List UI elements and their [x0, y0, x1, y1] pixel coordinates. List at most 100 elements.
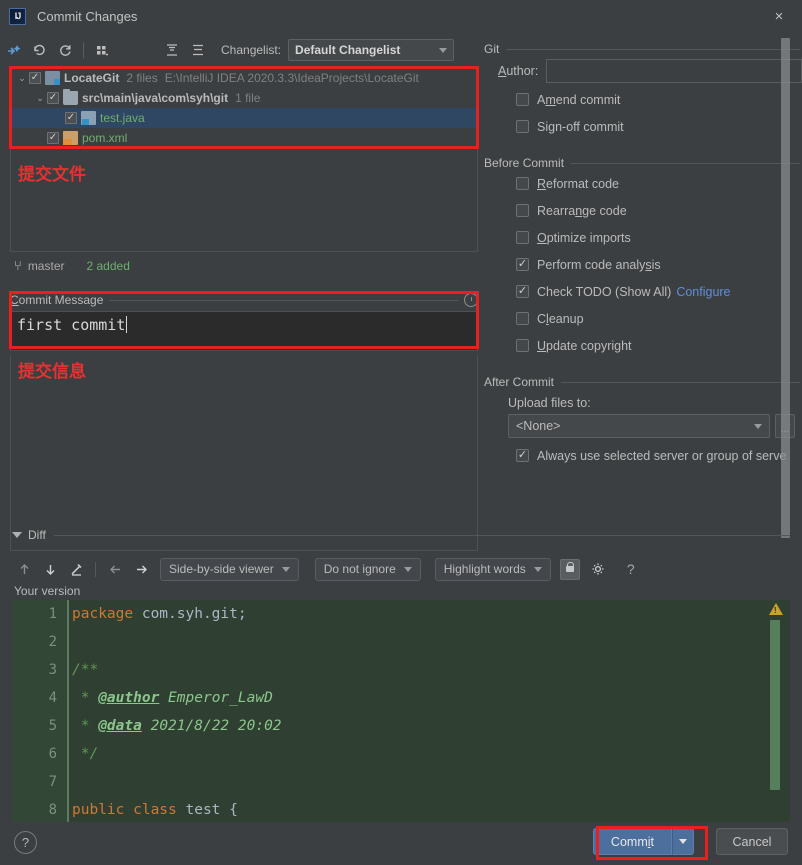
commit-message-header: Commit Message	[10, 292, 478, 308]
update-copyright-row[interactable]: Update copyright	[484, 332, 802, 359]
reformat-code-checkbox[interactable]	[516, 177, 529, 190]
commit-message-label: Commit Message	[10, 293, 104, 307]
settings-gear-icon[interactable]	[587, 557, 611, 581]
revert-icon[interactable]	[26, 38, 52, 62]
code-token: @author	[98, 690, 160, 706]
lock-icon[interactable]	[559, 558, 580, 580]
update-copyright-label: Update copyright	[537, 338, 632, 353]
line-number: 6	[48, 746, 57, 762]
cleanup-checkbox[interactable]	[516, 312, 529, 325]
file-checkbox[interactable]	[29, 72, 41, 84]
commit-button[interactable]: Comm i t	[592, 828, 672, 855]
changelist-label: Changelist:	[221, 43, 282, 57]
always-use-server-row[interactable]: Always use selected server or group of s…	[484, 442, 802, 469]
group-by-icon[interactable]	[89, 38, 115, 62]
check-todo-label: Check TODO (Show All)	[537, 284, 672, 299]
annotate-icon[interactable]	[64, 557, 88, 581]
toolbar-divider	[95, 561, 96, 577]
diff-section-label: Diff	[28, 528, 46, 542]
viewer-mode-dropdown[interactable]: Side-by-side viewer	[160, 557, 299, 581]
optimize-imports-row[interactable]: Optimize imports	[484, 224, 802, 251]
chevron-down-icon[interactable]: ⌄	[33, 93, 47, 104]
diff-code-editor[interactable]: 1 package com.syh.git; 2 3 /** 4 * @author Em…	[12, 600, 790, 822]
check-todo-checkbox[interactable]	[516, 285, 529, 298]
amend-commit-row[interactable]: Amend commit	[484, 86, 802, 113]
code-text: * @author Emperor_LawD	[72, 690, 273, 706]
help-icon[interactable]: ?	[14, 831, 37, 854]
changes-toolbar: Changelist: Default Changelist	[0, 36, 480, 64]
viewer-mode-value: Side-by-side viewer	[169, 562, 274, 576]
optimize-imports-checkbox[interactable]	[516, 231, 529, 244]
tree-row[interactable]: test.java	[11, 108, 477, 128]
file-checkbox[interactable]	[47, 92, 59, 104]
tree-row[interactable]: ⌄ src\main\java\com\syh\git 1 file	[11, 88, 477, 108]
close-icon[interactable]: ×	[770, 7, 788, 25]
cleanup-row[interactable]: Cleanup	[484, 305, 802, 332]
history-clock-icon[interactable]	[464, 293, 478, 307]
rearrange-code-row[interactable]: Rearrange code	[484, 197, 802, 224]
ignore-mode-dropdown[interactable]: Do not ignore	[314, 557, 421, 581]
always-use-server-checkbox[interactable]	[516, 449, 529, 462]
reformat-code-row[interactable]: Reformat code	[484, 170, 802, 197]
refresh-icon[interactable]	[52, 38, 78, 62]
highlight-mode-value: Highlight words	[443, 562, 526, 576]
tree-row-filecount: 2 files	[126, 71, 158, 85]
line-number: 4	[48, 690, 57, 706]
perform-code-analysis-row[interactable]: Perform code analysis	[484, 251, 802, 278]
code-token: *	[72, 690, 99, 706]
code-line: 2	[12, 628, 790, 656]
check-todo-row[interactable]: Check TODO (Show All) Configure	[484, 278, 802, 305]
code-token: Emperor_LawD	[159, 690, 273, 706]
commit-message-value: first commit	[17, 316, 126, 334]
commit-changes-dialog: IJ Commit Changes × Changelist: Default …	[0, 0, 802, 865]
collapse-all-icon[interactable]	[185, 38, 211, 62]
cancel-button[interactable]: Cancel	[716, 828, 788, 855]
help-icon[interactable]: ?	[619, 557, 643, 581]
code-token: /**	[72, 662, 99, 678]
changelist-dropdown[interactable]: Default Changelist	[288, 39, 455, 61]
code-text: package com.syh.git;	[72, 606, 247, 622]
rearrange-code-checkbox[interactable]	[516, 204, 529, 217]
tree-row-name: test.java	[100, 111, 145, 125]
chevron-down-icon[interactable]	[12, 532, 22, 538]
code-text: public class test {	[72, 802, 238, 818]
file-checkbox[interactable]	[47, 132, 59, 144]
tree-row[interactable]: ⌄ LocateGit 2 files E:\IntelliJ IDEA 2020.3…	[11, 68, 477, 88]
expand-all-icon[interactable]	[159, 38, 185, 62]
chevron-down-icon[interactable]: ⌄	[15, 73, 29, 84]
commit-message-section: Commit Message first commit	[10, 292, 478, 351]
update-copyright-checkbox[interactable]	[516, 339, 529, 352]
options-panel-scrollbar[interactable]	[781, 38, 790, 538]
code-token: test {	[176, 802, 238, 818]
header-divider	[109, 299, 458, 301]
cleanup-label: Cleanup	[537, 311, 584, 326]
prev-difference-icon[interactable]	[12, 557, 36, 581]
diff-toolbar: Side-by-side viewer Do not ignore Highli…	[12, 556, 643, 582]
sign-off-commit-row[interactable]: Sign-off commit	[484, 113, 802, 140]
sign-off-commit-checkbox[interactable]	[516, 120, 529, 133]
tree-row-path: E:\IntelliJ IDEA 2020.3.3\IdeaProjects\L…	[164, 71, 419, 85]
tree-row[interactable]: pom.xml	[11, 128, 477, 148]
warning-triangle-icon[interactable]	[769, 603, 783, 615]
author-input[interactable]	[546, 59, 802, 83]
line-number: 5	[48, 718, 57, 734]
magic-diff-icon[interactable]	[0, 38, 26, 62]
editor-scrollbar[interactable]	[770, 620, 780, 790]
section-divider	[53, 534, 790, 536]
group-divider	[506, 48, 800, 50]
rearrange-code-label: Rearrange code	[537, 203, 627, 218]
file-checkbox[interactable]	[65, 112, 77, 124]
upload-files-label: Upload files to:	[508, 396, 591, 410]
perform-code-analysis-checkbox[interactable]	[516, 258, 529, 271]
amend-commit-checkbox[interactable]	[516, 93, 529, 106]
next-difference-icon[interactable]	[38, 557, 62, 581]
commit-message-input[interactable]: first commit	[10, 311, 478, 351]
upload-target-value: <None>	[516, 419, 561, 433]
apply-left-icon[interactable]	[103, 557, 127, 581]
highlight-mode-dropdown[interactable]: Highlight words	[434, 557, 551, 581]
commit-dropdown-button[interactable]	[672, 828, 694, 855]
apply-right-icon[interactable]	[129, 557, 153, 581]
commit-message-body-area[interactable]	[10, 355, 478, 551]
configure-link[interactable]: Configure	[676, 285, 730, 299]
upload-target-dropdown[interactable]: <None>	[508, 414, 770, 438]
